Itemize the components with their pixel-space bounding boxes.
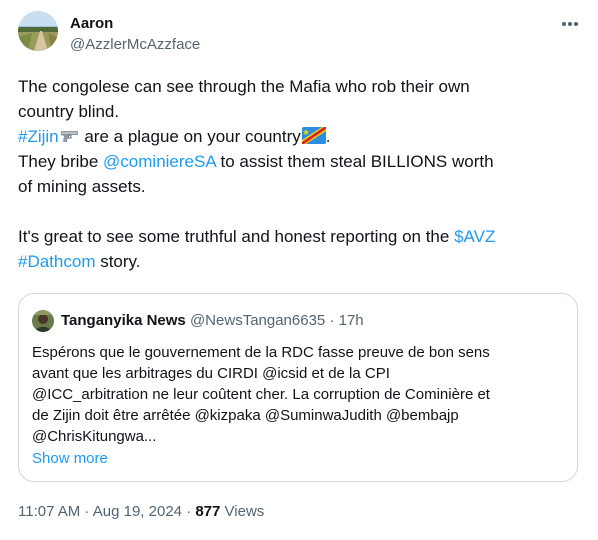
tweet-line: They bribe @cominiereSA to assist them s… [18, 149, 584, 174]
tweet-line: The congolese can see through the Mafia … [18, 77, 470, 96]
quoted-author-avatar[interactable] [32, 310, 54, 332]
quoted-line: @ChrisKitungwa... [32, 428, 157, 445]
tweet-line: of mining assets. [18, 177, 146, 196]
author-handle[interactable]: @AzzlerMcAzzface [70, 35, 200, 55]
tweet-card: Aaron @AzzlerMcAzzface The congolese can… [0, 0, 598, 540]
tweet-line: #Zijin are a plague on your country . [18, 124, 584, 149]
landscape-road-avatar-icon [18, 11, 58, 51]
quoted-line: @ICC_arbitration ne leur coûtent cher. L… [32, 386, 490, 403]
quoted-line: Espérons que le gouvernement de la RDC f… [32, 344, 490, 361]
views-count: 877 [195, 503, 221, 520]
tweet-text-segment: to assist them steal BILLIONS worth [215, 152, 494, 171]
author-avatar[interactable] [18, 11, 58, 51]
author-name[interactable]: Aaron [70, 14, 113, 34]
quoted-tweet-card[interactable]: Tanganyika News @NewsTangan6635 · 17h Es… [18, 293, 578, 482]
tweet-text-segment: are a plague on your country [79, 127, 301, 146]
tweet-line: #Dathcom story. [18, 249, 584, 274]
quoted-handle-time: @NewsTangan6635 · 17h [189, 312, 364, 329]
timestamp[interactable]: 11:07 AM · Aug 19, 2024 · [18, 503, 195, 520]
quoted-tweet-text: Espérons que le gouvernement de la RDC f… [32, 342, 572, 447]
tweet-text-segment: They bribe [18, 152, 104, 171]
quoted-author-name[interactable]: Tanganyika News [61, 312, 186, 329]
tweet-text-segment: story. [95, 252, 141, 271]
more-horizontal-icon [562, 22, 578, 26]
pistol-icon [60, 126, 80, 151]
quoted-header: Tanganyika News @NewsTangan6635 · 17h [61, 311, 364, 331]
cashtag-avz-link[interactable]: $AVZ [454, 227, 495, 246]
tweet-text-segment: It's great to see some truthful and hone… [18, 227, 455, 246]
hashtag-dathcom-link[interactable]: #Dathcom [18, 252, 95, 271]
tweet-line: country blind. [18, 102, 120, 121]
tweet-text-segment: . [325, 127, 331, 146]
more-options-button[interactable] [556, 13, 584, 35]
views-label: Views [220, 503, 265, 520]
tweet-meta: 11:07 AM · Aug 19, 2024 · 877 Views [18, 502, 264, 522]
mention-cominiere-link[interactable]: @cominiereSA [103, 152, 216, 171]
quoted-line: avant que les arbitrages du CIRDI @icsid… [32, 365, 390, 382]
tweet-line: It's great to see some truthful and hone… [18, 224, 584, 249]
portrait-avatar-icon [32, 310, 54, 332]
quoted-line: de Zijin doit être arrêtée @kizpaka @Sum… [32, 407, 459, 424]
show-more-link[interactable]: Show more [32, 448, 108, 469]
hashtag-zijin-link[interactable]: #Zijin [18, 127, 59, 146]
tweet-text: The congolese can see through the Mafia … [18, 74, 584, 274]
drc-flag-icon [301, 126, 326, 151]
